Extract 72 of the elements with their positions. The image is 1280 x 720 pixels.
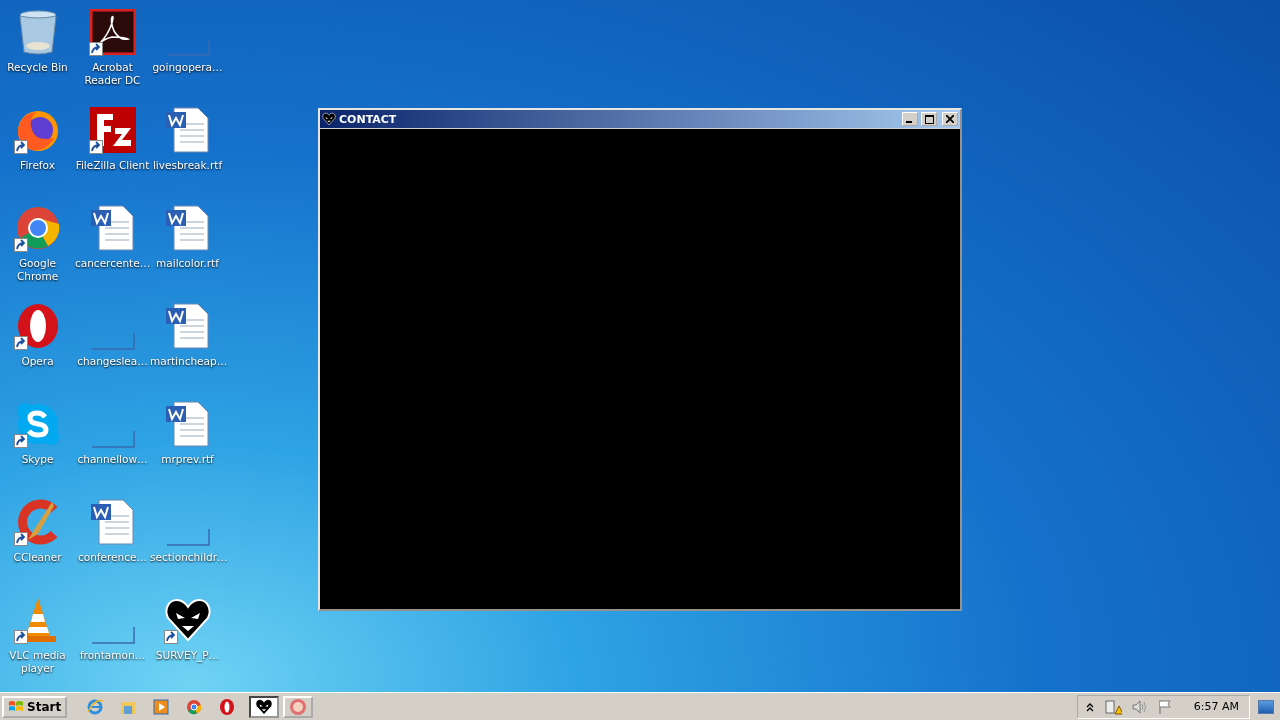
minimize-button[interactable] [902, 112, 918, 126]
desktop-icon[interactable]: mailcolor.rtf [150, 200, 225, 298]
heart-icon [163, 596, 212, 644]
blank-file-icon [90, 430, 135, 448]
word-document-icon [88, 204, 137, 252]
desktop-icon[interactable]: channellow… [75, 396, 150, 494]
icon-label: Recycle Bin [7, 61, 68, 74]
icon-label: frontamon… [79, 649, 146, 662]
desktop-icon[interactable]: Google Chrome [0, 200, 75, 298]
close-icon [946, 115, 954, 123]
desktop-icon[interactable]: livesbreak.rtf [150, 102, 225, 200]
desktop-icon[interactable]: SURVEY_P… [150, 592, 225, 690]
heart-icon [322, 112, 336, 126]
clock[interactable]: 6:57 AM [1193, 700, 1239, 713]
desktop-icon[interactable]: cancercente… [75, 200, 150, 298]
word-document-icon [163, 400, 212, 448]
icon-label: FileZilla Client [75, 159, 150, 172]
desktop-icon[interactable]: mrprev.rtf [150, 396, 225, 494]
desktop-icon[interactable]: Skype [0, 396, 75, 494]
show-desktop-button[interactable] [1258, 699, 1274, 714]
icon-label: Acrobat Reader DC [83, 61, 142, 87]
icon-label: martincheap… [150, 355, 225, 368]
blank-file-icon [90, 332, 135, 350]
desktop-icon[interactable]: Acrobat Reader DC [75, 4, 150, 102]
windows-logo-icon [8, 699, 24, 714]
filezilla-icon [88, 106, 137, 154]
icon-label: changeslea… [77, 355, 148, 368]
icon-label: conference… [78, 551, 147, 564]
icon-label: mailcolor.rtf [156, 257, 219, 270]
word-document-icon [163, 106, 212, 154]
desktop-icon[interactable]: FileZilla Client [75, 102, 150, 200]
desktop-icon[interactable]: Opera [0, 298, 75, 396]
acrobat-icon [89, 9, 136, 55]
word-document-icon [163, 204, 212, 252]
close-button[interactable] [942, 112, 958, 126]
icon-label: cancercente… [75, 257, 150, 270]
chevron-icon[interactable] [1085, 701, 1094, 712]
icon-label: SURVEY_P… [155, 649, 220, 662]
word-document-icon [88, 498, 137, 546]
icon-label: channellow… [77, 453, 148, 466]
desktop-icon[interactable]: VLC media player [0, 592, 75, 690]
desktop-icon[interactable]: sectionchildr… [150, 494, 225, 592]
desktop-icon[interactable]: frontamon… [75, 592, 150, 690]
desktop-icon[interactable]: Recycle Bin [0, 4, 75, 102]
desktop-icon[interactable]: conference… [75, 494, 150, 592]
flag-icon[interactable] [1157, 698, 1172, 715]
desktop-icon[interactable]: martincheap… [150, 298, 225, 396]
blank-file-icon [165, 38, 210, 56]
window-title: CONTACT [339, 112, 397, 126]
icon-label: VLC media player [8, 649, 67, 675]
icon-label: Opera [21, 355, 54, 368]
icon-label: Skype [21, 453, 54, 466]
icon-label: sectionchildr… [150, 551, 225, 564]
icon-label: mrprev.rtf [161, 453, 214, 466]
icon-label: Firefox [20, 159, 55, 172]
blank-file-icon [90, 626, 135, 644]
start-button[interactable]: Start [2, 695, 68, 718]
heart-task-button[interactable] [249, 695, 280, 718]
icon-label: CCleaner [13, 551, 62, 564]
icon-label: goingopera… [152, 61, 223, 74]
word-document-icon [163, 302, 212, 350]
network-warning-icon[interactable] [1103, 698, 1122, 715]
icon-label: livesbreak.rtf [152, 159, 223, 172]
desktop-icon[interactable]: CCleaner [0, 494, 75, 592]
maximize-icon [924, 114, 934, 124]
icon-label: Google Chrome [15, 257, 60, 283]
desktop-icon[interactable]: changeslea… [75, 298, 150, 396]
maximize-button[interactable] [921, 112, 937, 126]
volume-icon[interactable] [1131, 699, 1148, 714]
desktop-icon[interactable]: Firefox [0, 102, 75, 200]
desktop-icon[interactable]: goingopera… [150, 4, 225, 102]
blank-file-icon [165, 528, 210, 546]
